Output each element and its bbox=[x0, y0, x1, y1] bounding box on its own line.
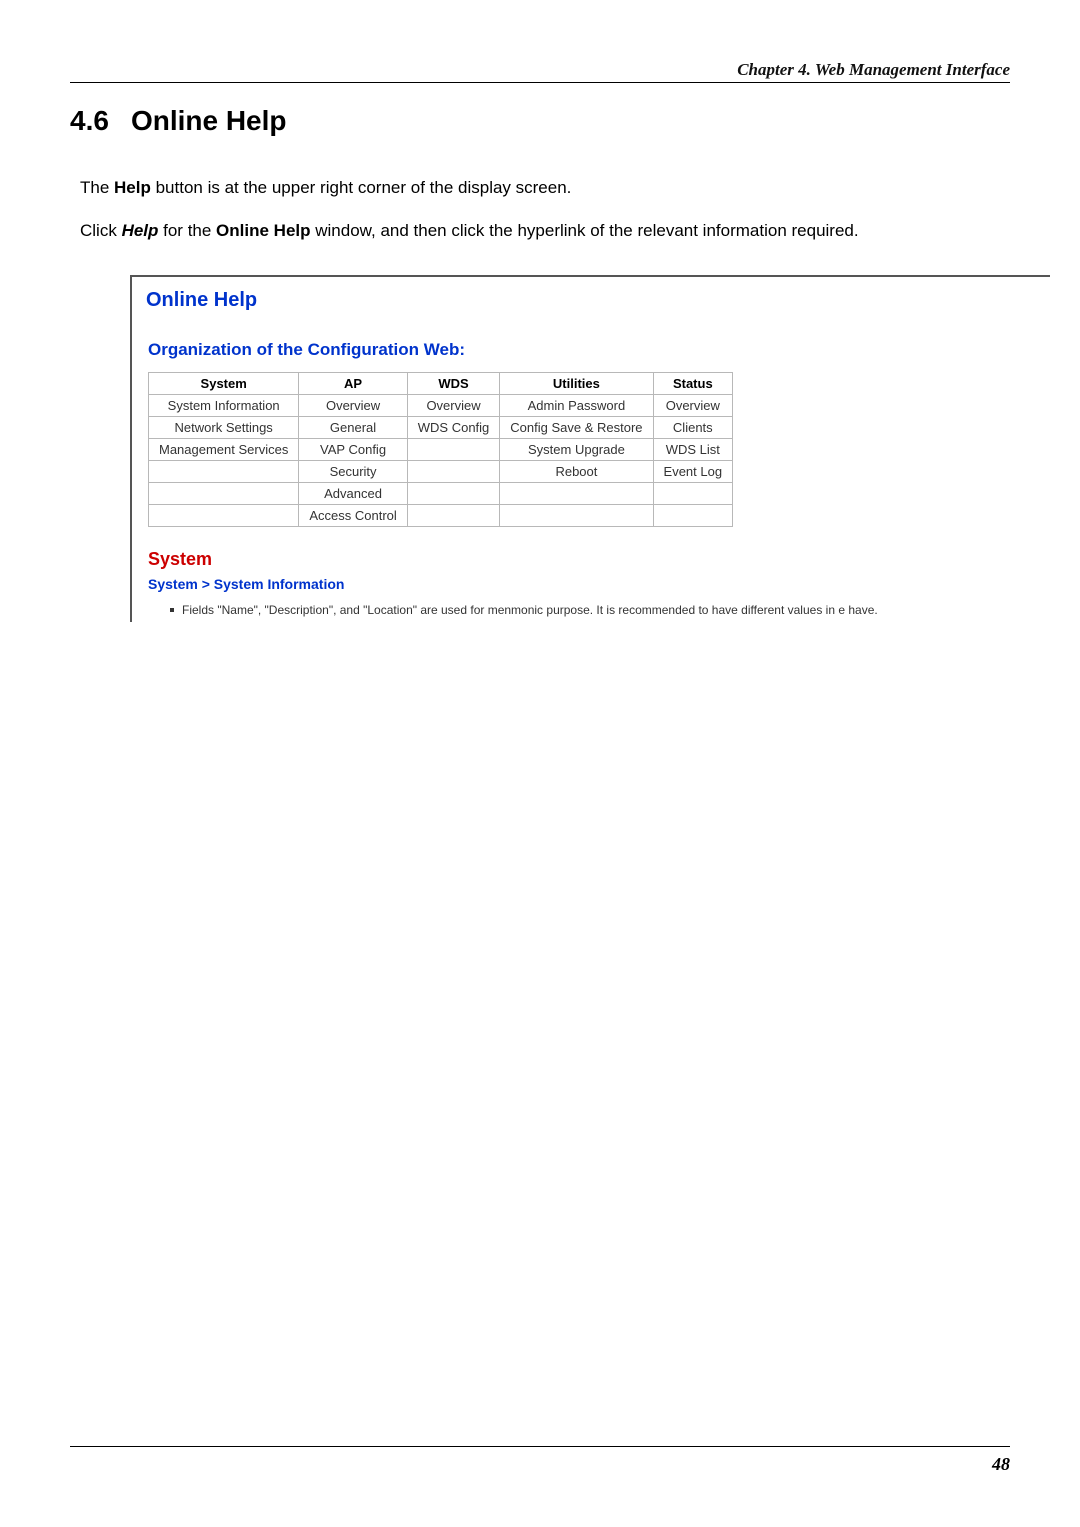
table-header-row: System AP WDS Utilities Status bbox=[149, 372, 733, 394]
section-number: 4.6 bbox=[70, 105, 109, 137]
table-row: System InformationOverviewOverviewAdmin … bbox=[149, 394, 733, 416]
top-rule bbox=[70, 82, 1010, 83]
table-row: Advanced bbox=[149, 482, 733, 504]
bottom-rule bbox=[70, 1446, 1010, 1447]
col-utilities: Utilities bbox=[500, 372, 653, 394]
organization-title: Organization of the Configuration Web: bbox=[148, 340, 1050, 360]
table-row: SecurityRebootEvent Log bbox=[149, 460, 733, 482]
table-row: Access Control bbox=[149, 504, 733, 526]
page-number: 48 bbox=[992, 1454, 1010, 1475]
col-wds: WDS bbox=[407, 372, 500, 394]
table-row: Management ServicesVAP ConfigSystem Upgr… bbox=[149, 438, 733, 460]
table-row: Network SettingsGeneralWDS ConfigConfig … bbox=[149, 416, 733, 438]
section-name: Online Help bbox=[131, 105, 287, 136]
breadcrumb: System > System Information bbox=[148, 576, 1050, 592]
paragraph-2: Click Help for the Online Help window, a… bbox=[80, 218, 1010, 244]
table-body: System InformationOverviewOverviewAdmin … bbox=[149, 394, 733, 526]
paragraph-1: The Help button is at the upper right co… bbox=[80, 175, 1010, 201]
help-label: Help bbox=[114, 178, 151, 197]
col-ap: AP bbox=[299, 372, 407, 394]
bullet-text: Fields "Name", "Description", and "Locat… bbox=[170, 602, 1042, 618]
chapter-header: Chapter 4. Web Management Interface bbox=[70, 60, 1010, 82]
config-web-table: System AP WDS Utilities Status System In… bbox=[148, 372, 733, 527]
page: Chapter 4. Web Management Interface 4.6 O… bbox=[0, 0, 1080, 1527]
section-title: 4.6 Online Help bbox=[70, 105, 1010, 137]
col-status: Status bbox=[653, 372, 733, 394]
help-window-screenshot: Online Help Organization of the Configur… bbox=[130, 275, 1050, 622]
help-italic: Help bbox=[122, 221, 159, 240]
col-system: System bbox=[149, 372, 299, 394]
online-help-bold: Online Help bbox=[216, 221, 310, 240]
system-heading: System bbox=[148, 549, 1050, 570]
online-help-title: Online Help bbox=[146, 289, 1050, 312]
